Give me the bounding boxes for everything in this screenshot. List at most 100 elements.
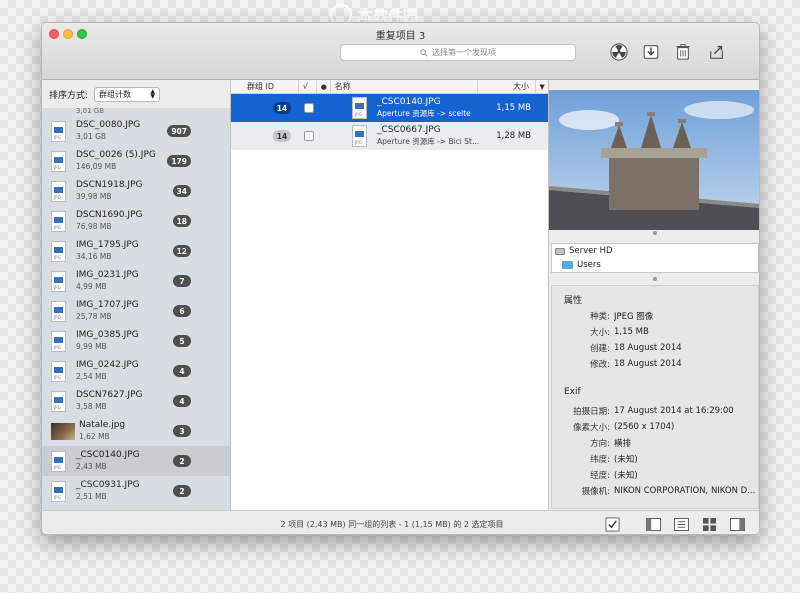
group-item-text: IMG_0231.JPG 4,99 MB (76, 270, 139, 292)
view-sidebar-button[interactable] (645, 516, 661, 532)
property-value: 1,15 MB (614, 327, 649, 337)
group-list-item[interactable]: JPG IMG_0242.JPG 2,54 MB 4 (42, 356, 230, 386)
group-item-name: _CSC0931.JPG (76, 480, 140, 490)
view-list-button[interactable] (673, 516, 689, 532)
group-list-item[interactable]: JPG DSC_0080.JPG 3,01 GB 907 (42, 116, 230, 146)
trash-button[interactable] (671, 41, 695, 63)
row-file-icon: JPG (352, 97, 367, 119)
folder-name: Users (577, 260, 601, 270)
group-list-item[interactable]: Natale.jpg 1,62 MB 3 (42, 416, 230, 446)
jpeg-file-icon: JPG (51, 450, 66, 472)
property-row: 修改: 18 August 2014 (552, 357, 759, 371)
file-type-glyph: JPG (54, 254, 61, 260)
group-count-badge: 179 (167, 155, 191, 167)
photo-thumbnail (51, 422, 75, 440)
window-title: 重复项目 3 (375, 31, 426, 42)
exif-row: 方向: 横排 (552, 436, 759, 450)
group-item-text: DSCN1690.JPG 76,98 MB (76, 210, 142, 232)
file-preview-glyph (54, 276, 63, 283)
move-button[interactable] (639, 41, 663, 63)
file-preview-glyph (54, 456, 63, 463)
property-key: 创建: (590, 344, 610, 354)
splitter-handle[interactable] (653, 231, 657, 235)
group-list-item[interactable]: JPG IMG_1795.JPG 34,16 MB 12 (42, 236, 230, 266)
group-item-size: 3,01 GB (76, 132, 107, 141)
sidebar-layout-icon (645, 517, 661, 531)
table-row[interactable]: 14 JPG _CSC0140.JPG Aperture 资源库 -> scelte 1… (231, 94, 548, 122)
col-check[interactable]: √ (299, 80, 317, 93)
group-item-name: _CSC0140.JPG (76, 450, 140, 460)
group-list-item[interactable]: JPG DSCN7627.JPG 3,58 MB 4 (42, 386, 230, 416)
file-type-glyph: JPG (355, 112, 362, 117)
file-preview-glyph (54, 486, 63, 493)
group-item-name: DSCN1918.JPG (76, 180, 143, 190)
path-folder[interactable]: Users (552, 258, 758, 272)
file-type-glyph: JPG (54, 224, 61, 230)
view-detail-button[interactable] (729, 516, 745, 532)
search-icon (420, 48, 428, 57)
group-count-badge: 907 (167, 125, 191, 137)
exif-row: 经度: (未知) (552, 468, 759, 482)
exif-value: (未知) (614, 471, 638, 481)
group-count-badge: 18 (172, 215, 191, 227)
group-list-item[interactable]: JPG _CSC0931.JPG 2,51 MB 2 (42, 476, 230, 506)
row-checkbox[interactable] (304, 103, 314, 113)
group-item-name: IMG_0231.JPG (76, 270, 139, 280)
group-list-item[interactable]: JPG DSCN1918.JPG 39,98 MB 34 (42, 176, 230, 206)
group-item-name: DSC_0026 (5).JPG (76, 150, 156, 160)
view-grid-button[interactable] (701, 516, 717, 532)
exif-value: 横排 (614, 439, 632, 449)
mark-button[interactable] (604, 516, 620, 532)
group-list-item[interactable]: JPG IMG_1707.JPG 25,78 MB 6 (42, 296, 230, 326)
search-field[interactable]: 选择第一个发现项 (340, 44, 576, 61)
group-count-badge: 2 (173, 455, 191, 467)
group-item-text: DSCN1918.JPG 39,98 MB (76, 180, 142, 202)
group-item-size: 76,98 MB (76, 222, 112, 231)
tray-down-icon (643, 45, 659, 59)
sort-value: 群组计数 (99, 89, 132, 99)
path-volume[interactable]: Server HD (552, 244, 758, 258)
jpeg-file-icon: JPG (51, 120, 66, 142)
share-button[interactable] (705, 41, 729, 63)
radiation-icon (610, 43, 628, 61)
file-preview-glyph (54, 306, 63, 313)
file-type-glyph: JPG (54, 194, 61, 200)
group-list-item[interactable]: JPG IMG_0231.JPG 4,99 MB 7 (42, 266, 230, 296)
group-item-name: DSCN1690.JPG (76, 210, 143, 220)
table-row[interactable]: 14 JPG _CSC0667.JPG Aperture 资源库 -> Bici St… (231, 122, 548, 150)
file-preview-glyph (355, 131, 364, 137)
group-item-text: _CSC0140.JPG 2,43 MB (76, 450, 140, 472)
column-menu-icon[interactable]: ▼ (536, 83, 548, 91)
jpeg-file-icon: JPG (51, 180, 66, 202)
col-dot[interactable]: ● (317, 80, 331, 93)
group-item-size: 25,78 MB (76, 312, 112, 321)
group-item-size: 2,51 MB (76, 492, 107, 501)
exif-key: 摄像机: (581, 487, 610, 497)
group-list-item[interactable]: JPG DSCN1690.JPG 76,98 MB 18 (42, 206, 230, 236)
exif-key: 像素大小: (573, 423, 610, 433)
group-item-text: IMG_1795.JPG 34,16 MB (76, 240, 139, 262)
group-list-item[interactable]: JPG IMG_0385.JPG 9,99 MB 5 (42, 326, 230, 356)
nuke-button[interactable] (607, 41, 631, 63)
col-group-id[interactable]: 群组 ID (231, 80, 299, 93)
row-file-name: _CSC0140.JPG (377, 97, 441, 107)
exif-key: 拍摄日期: (573, 407, 610, 417)
detail-pane: Server HD Users 属性 种类: JPEG 图像 大小: 1,15 MB 创… (549, 80, 759, 510)
updown-chevron-icon: ▲ ▼ (150, 88, 156, 100)
titlebar: 重复项目 3 选择第一个发现项 (42, 23, 759, 80)
col-size[interactable]: 大小 (478, 80, 537, 93)
file-preview-glyph (54, 246, 63, 253)
partial-list-item: 3,01 GB (76, 108, 105, 115)
row-text: _CSC0140.JPG Aperture 资源库 -> scelte (377, 97, 471, 119)
group-list-item[interactable]: JPG _CSC0140.JPG 2,43 MB 2 (42, 446, 230, 476)
group-list-item[interactable]: JPG DSC_0026 (5).JPG 146,09 MB 179 (42, 146, 230, 176)
splitter-handle[interactable] (653, 277, 657, 281)
group-item-name: DSCN7627.JPG (76, 390, 143, 400)
file-preview-glyph (54, 186, 63, 193)
col-name[interactable]: 名称 (331, 80, 479, 93)
row-checkbox[interactable] (304, 131, 314, 141)
sort-select[interactable]: 群组计数 ▲ ▼ (94, 86, 161, 102)
group-item-name: IMG_1707.JPG (76, 300, 139, 310)
property-value: 18 August 2014 (614, 359, 682, 369)
property-key: 大小: (590, 328, 610, 338)
